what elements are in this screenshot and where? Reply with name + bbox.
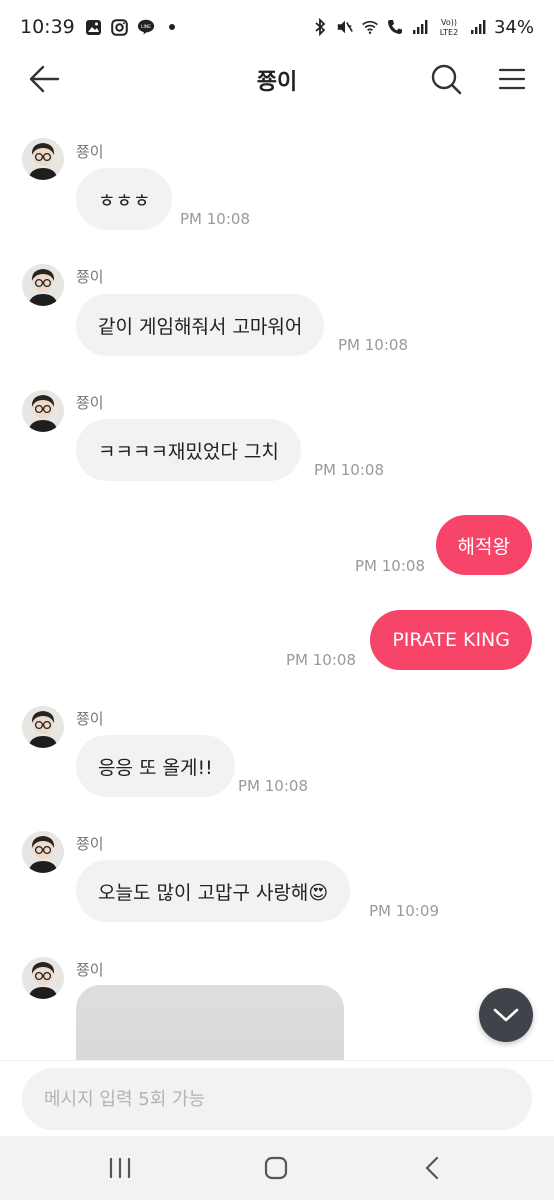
sender-name: 쭁이 bbox=[76, 143, 104, 161]
status-time: 10:39 bbox=[20, 16, 75, 38]
svg-text:Vo)): Vo)) bbox=[441, 18, 457, 27]
message-input[interactable] bbox=[22, 1068, 532, 1130]
line-icon: LINE bbox=[137, 18, 155, 36]
scroll-to-bottom-button[interactable] bbox=[479, 988, 533, 1042]
arrow-left-icon bbox=[29, 65, 60, 93]
message-time: PM 10:08 bbox=[286, 651, 356, 669]
avatar[interactable] bbox=[22, 138, 64, 180]
svg-text:LTE2: LTE2 bbox=[440, 28, 458, 37]
message-bubble[interactable]: ㅋㅋㅋㅋ재밌었다 그치 bbox=[76, 419, 301, 481]
search-icon bbox=[431, 64, 462, 95]
nav-back-icon bbox=[425, 1156, 439, 1180]
chat-title: 쭁이 bbox=[256, 70, 298, 95]
nav-back-button[interactable] bbox=[410, 1148, 454, 1188]
mute-icon bbox=[336, 18, 354, 36]
signal-icon bbox=[411, 18, 429, 36]
message-bubble[interactable]: 응응 또 올게!! bbox=[76, 735, 235, 797]
gallery-icon bbox=[85, 18, 103, 36]
message-list[interactable]: 쭁이 ㅎㅎㅎ PM 10:08 쭁이 같이 게임해줘서 고마워어 PM 10:0… bbox=[0, 104, 554, 1060]
instagram-icon bbox=[111, 18, 129, 36]
avatar[interactable] bbox=[22, 831, 64, 873]
message-bubble-sent[interactable]: PIRATE KING bbox=[370, 610, 532, 670]
message-time: PM 10:08 bbox=[338, 336, 408, 354]
message-time: PM 10:08 bbox=[314, 461, 384, 479]
message-time: PM 10:08 bbox=[238, 777, 308, 795]
sender-name: 쭁이 bbox=[76, 394, 104, 412]
status-left-icons: LINE bbox=[85, 18, 181, 36]
chevron-down-icon bbox=[493, 1008, 519, 1022]
avatar[interactable] bbox=[22, 264, 64, 306]
message-bubble-sent[interactable]: 해적왕 bbox=[435, 515, 532, 575]
hamburger-menu-icon bbox=[499, 68, 525, 90]
signal-icon bbox=[469, 18, 487, 36]
avatar[interactable] bbox=[22, 957, 64, 999]
input-area bbox=[0, 1060, 554, 1136]
sender-name: 쭁이 bbox=[76, 710, 104, 728]
bluetooth-icon bbox=[311, 18, 329, 36]
chat-header: 쭁이 bbox=[0, 54, 554, 104]
svg-text:LINE: LINE bbox=[141, 24, 151, 30]
status-bar: 10:39 LINE Vo)) LTE2 34% bbox=[0, 0, 554, 54]
dot-icon bbox=[163, 18, 181, 36]
volte-icon: Vo)) LTE2 bbox=[436, 18, 462, 37]
avatar[interactable] bbox=[22, 390, 64, 432]
back-button[interactable] bbox=[24, 62, 64, 96]
message-time: PM 10:09 bbox=[369, 902, 439, 920]
call-icon bbox=[386, 18, 404, 36]
search-button[interactable] bbox=[426, 60, 466, 98]
navigation-bar bbox=[0, 1136, 554, 1200]
sender-name: 쭁이 bbox=[76, 835, 104, 853]
message-time: PM 10:08 bbox=[180, 210, 250, 228]
image-message[interactable] bbox=[76, 985, 344, 1060]
recents-icon bbox=[109, 1158, 131, 1178]
recents-button[interactable] bbox=[98, 1148, 142, 1188]
message-time: PM 10:08 bbox=[355, 557, 425, 575]
message-bubble[interactable]: 오늘도 많이 고맙구 사랑해😍 bbox=[76, 860, 351, 922]
battery-percentage: 34% bbox=[493, 16, 534, 38]
avatar[interactable] bbox=[22, 706, 64, 748]
status-right-icons: Vo)) LTE2 34% bbox=[311, 17, 534, 38]
sender-name: 쭁이 bbox=[76, 268, 104, 286]
message-bubble[interactable]: ㅎㅎㅎ bbox=[76, 168, 173, 230]
wifi-icon bbox=[361, 18, 379, 36]
menu-button[interactable] bbox=[492, 60, 532, 98]
home-button[interactable] bbox=[254, 1148, 298, 1188]
home-icon bbox=[264, 1156, 288, 1180]
message-bubble[interactable]: 같이 게임해줘서 고마워어 bbox=[76, 294, 325, 356]
sender-name: 쭁이 bbox=[76, 961, 104, 979]
